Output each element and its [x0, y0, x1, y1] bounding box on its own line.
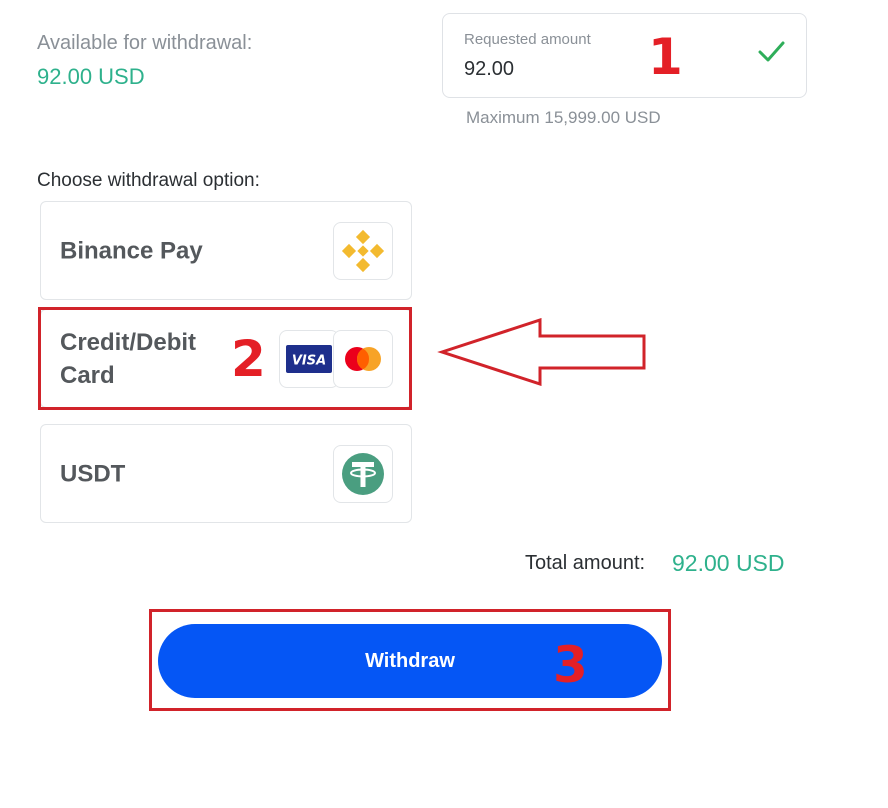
annotation-box-step-2 [38, 307, 412, 410]
step-marker-1: 1 [648, 28, 683, 86]
withdrawal-option-heading: Choose withdrawal option: [37, 170, 260, 191]
maximum-note: Maximum 15,999.00 USD [466, 108, 661, 127]
available-value: 92.00 USD [37, 64, 145, 89]
requested-amount-field[interactable]: Requested amount 92.00 [442, 13, 807, 98]
option-label: Binance Pay [60, 237, 203, 264]
checkmark-icon [758, 41, 785, 62]
option-binance-pay[interactable]: Binance Pay [40, 201, 412, 300]
requested-amount-label: Requested amount [464, 31, 591, 48]
option-label: USDT [60, 460, 126, 487]
total-amount-label: Total amount: [525, 552, 646, 574]
withdrawal-page: Available for withdrawal: 92.00 USD Requ… [0, 0, 888, 808]
tether-icon [333, 444, 393, 503]
binance-icon [333, 221, 393, 280]
total-amount-value: 92.00 USD [672, 550, 785, 576]
step-marker-2: 2 [231, 330, 266, 388]
step-marker-3: 3 [553, 636, 588, 694]
available-label: Available for withdrawal: [37, 32, 253, 54]
arrow-left-icon [437, 318, 646, 386]
requested-amount-value[interactable]: 92.00 [464, 58, 514, 81]
option-usdt[interactable]: USDT [40, 424, 412, 523]
